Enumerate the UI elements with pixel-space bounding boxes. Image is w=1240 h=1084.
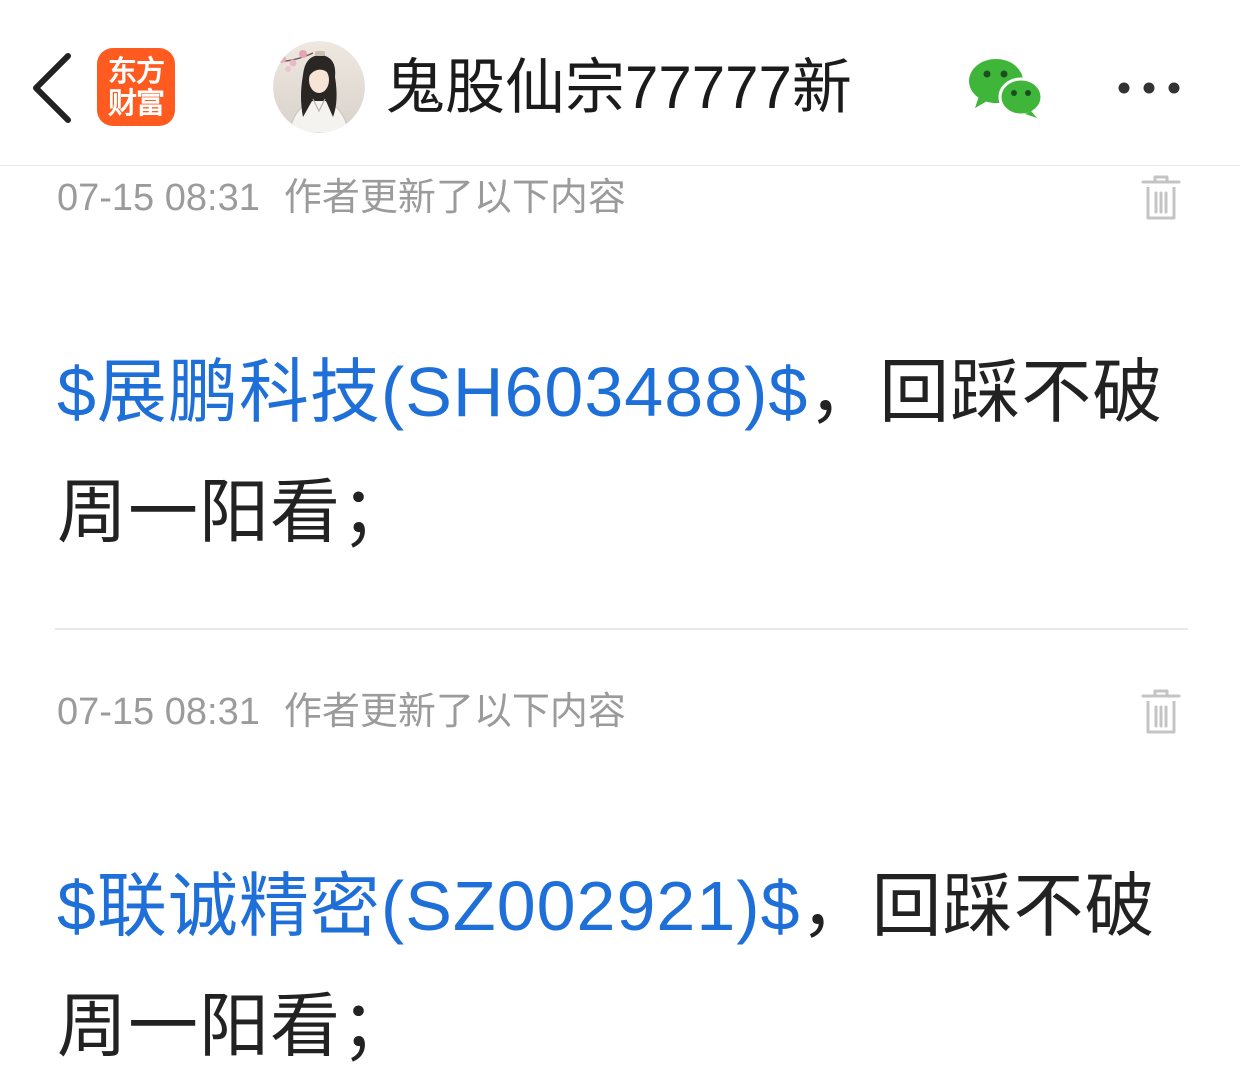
delete-button[interactable] xyxy=(1141,174,1181,222)
post-text: ，回踩不破 xyxy=(800,867,1156,945)
post-text-line2: 周一阳看； xyxy=(57,473,412,551)
stock-tag-link[interactable]: $联诚精密(SZ002921)$ xyxy=(57,867,801,945)
post-text-line1: $展鹏科技(SH603488)$，回踩不破 xyxy=(57,347,1163,437)
back-button[interactable] xyxy=(30,52,74,124)
post-time: 07-15 08:31 xyxy=(57,177,260,219)
post-text-line1: $联诚精密(SZ002921)$，回踩不破 xyxy=(57,861,1156,951)
stock-tag-link[interactable]: $展鹏科技(SH603488)$ xyxy=(57,353,808,431)
page-title[interactable]: 鬼股仙宗77777新 xyxy=(385,48,852,128)
wechat-share-button[interactable] xyxy=(966,56,1044,120)
top-bar: 东方 财富 鬼股仙宗77777新 xyxy=(0,0,1240,166)
app-logo-line1: 东方 xyxy=(107,54,165,88)
more-button[interactable] xyxy=(1112,74,1186,102)
chevron-left-icon xyxy=(33,53,71,123)
more-horizontal-icon xyxy=(1118,82,1180,94)
update-note: 作者更新了以下内容 xyxy=(283,177,626,219)
avatar[interactable] xyxy=(273,41,365,133)
post-text-line2: 周一阳看； xyxy=(57,987,412,1065)
post-meta: 07-15 08:31 作者更新了以下内容 xyxy=(57,176,626,220)
delete-button[interactable] xyxy=(1141,688,1181,736)
post-text: ，回踩不破 xyxy=(808,353,1164,431)
trash-icon xyxy=(1141,689,1181,734)
post-meta: 07-15 08:31 作者更新了以下内容 xyxy=(57,690,626,734)
update-note: 作者更新了以下内容 xyxy=(283,691,626,733)
app-logo[interactable]: 东方 财富 xyxy=(97,48,175,126)
post-item: 07-15 08:31 作者更新了以下内容 $展鹏科技(SH603488)$，回踩… xyxy=(0,116,1240,630)
post-item: 07-15 08:31 作者更新了以下内容 $联诚精密(SZ002921)$，回踩… xyxy=(0,630,1240,1084)
wechat-icon xyxy=(969,59,1044,118)
user-avatar-image xyxy=(273,41,365,133)
app-logo-line2: 财富 xyxy=(107,86,165,120)
post-time: 07-15 08:31 xyxy=(57,691,260,733)
trash-icon xyxy=(1141,175,1181,220)
